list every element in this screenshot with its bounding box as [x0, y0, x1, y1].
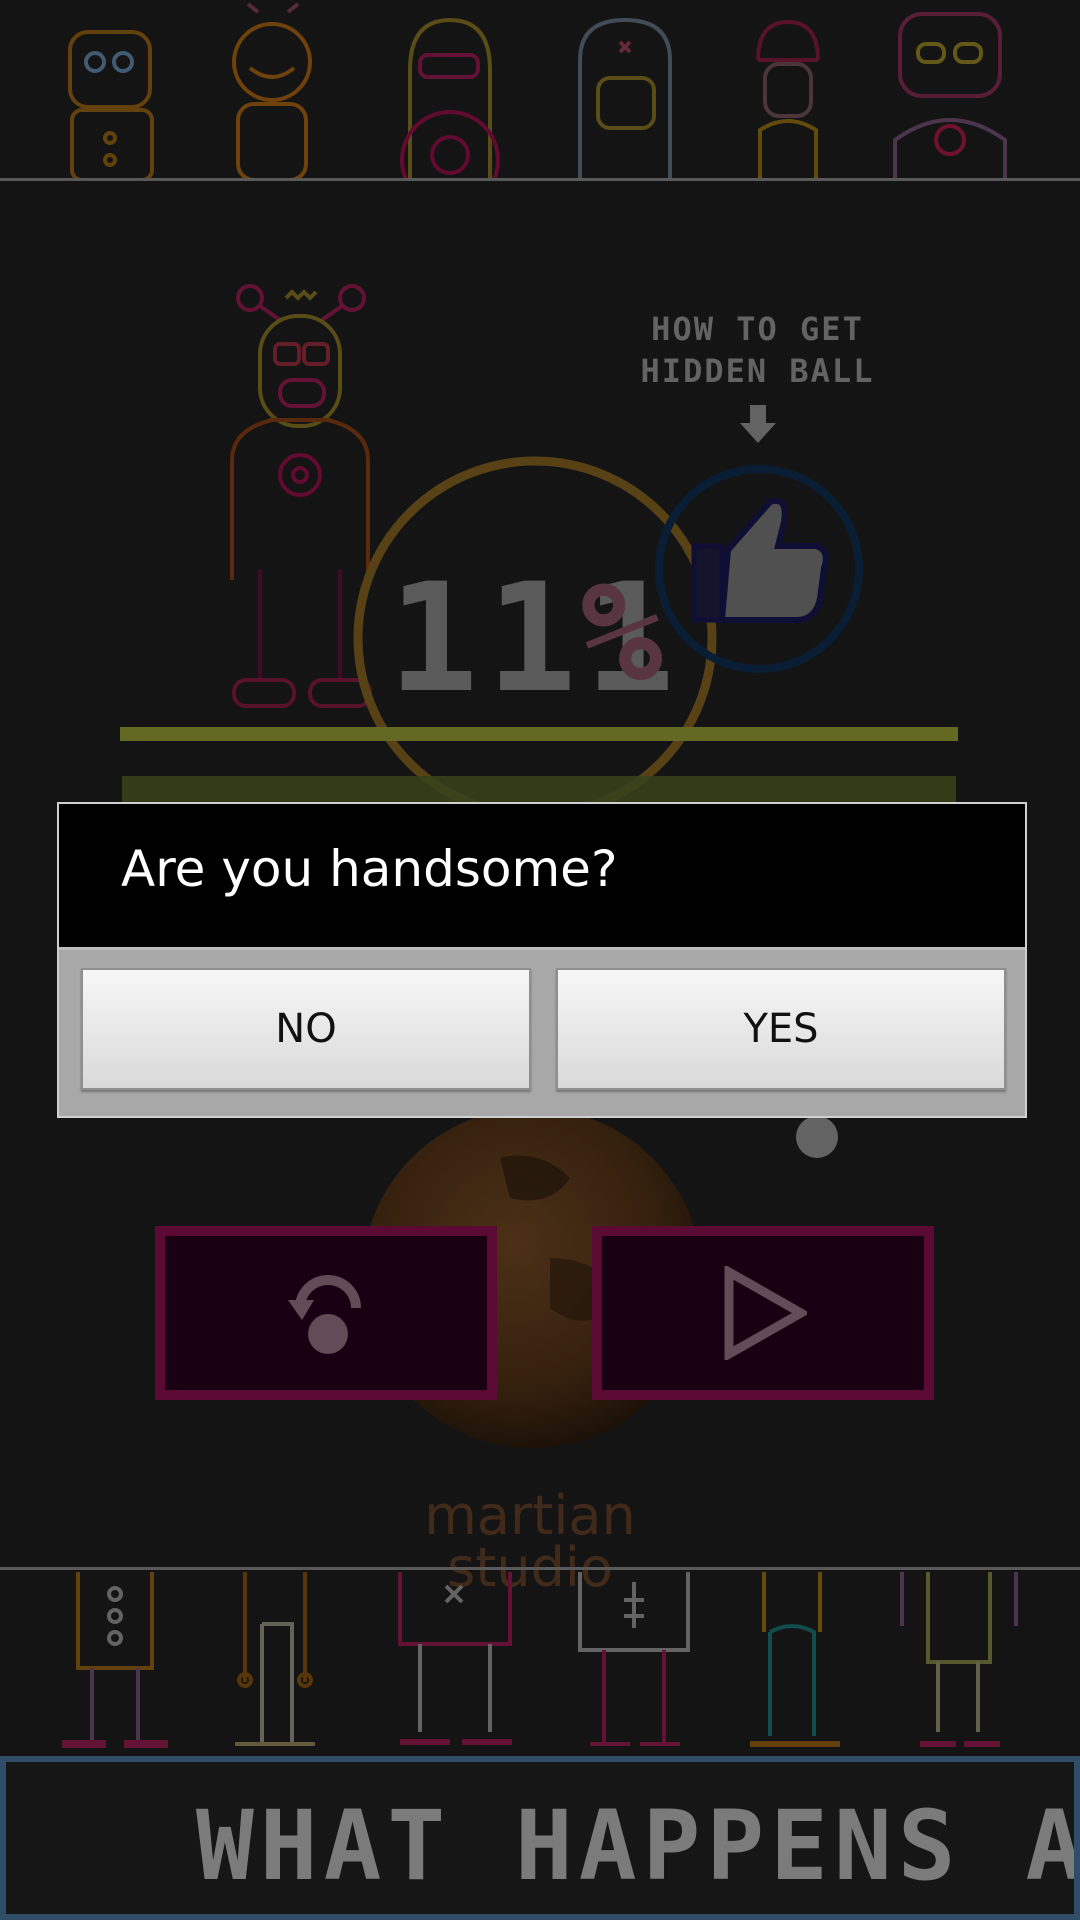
no-button[interactable]: NO — [81, 968, 531, 1090]
dialog-title: Are you handsome? — [121, 840, 618, 898]
banner-text: WHAT HAPPENS AFT — [196, 1790, 1074, 1902]
yes-button[interactable]: YES — [556, 968, 1006, 1090]
promo-banner[interactable]: WHAT HAPPENS AFT — [0, 1756, 1080, 1920]
confirm-dialog: Are you handsome? NO YES — [57, 802, 1027, 1118]
dialog-header: Are you handsome? — [59, 804, 1025, 950]
